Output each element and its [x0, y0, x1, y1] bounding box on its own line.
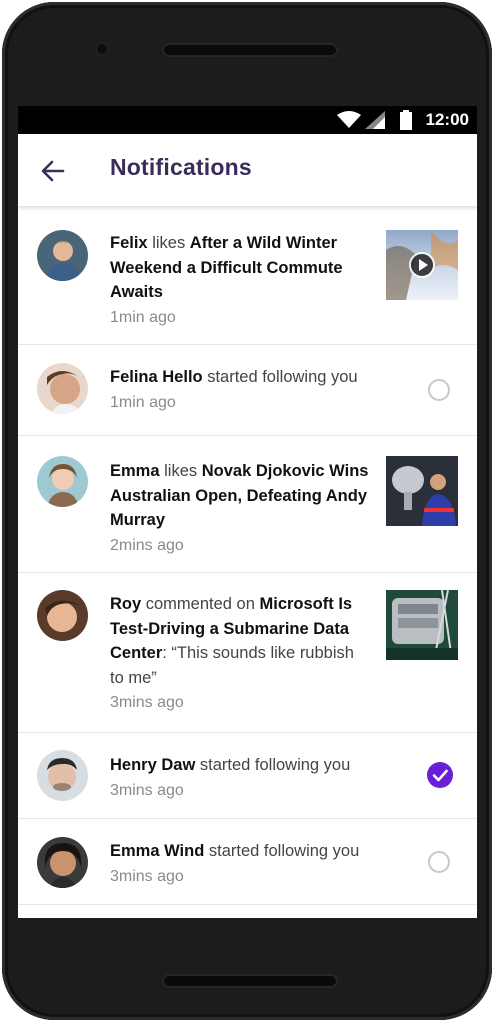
- notification-list: Felix likes After a Wild Winter Weekend …: [18, 206, 477, 905]
- trophy-thumbnail[interactable]: [386, 456, 458, 526]
- bottom-speaker: [162, 974, 338, 988]
- timestamp: 1min ago: [110, 393, 176, 411]
- user-name[interactable]: Felix: [110, 234, 148, 252]
- page-title: Notifications: [110, 154, 252, 180]
- list-item[interactable]: Henry Daw started following you 3mins ag…: [18, 733, 477, 819]
- list-item[interactable]: Felina Hello started following you 1min …: [18, 345, 477, 436]
- action-text: likes: [147, 234, 190, 252]
- notification-text: Felina Hello started following you 1min …: [110, 365, 400, 415]
- status-bar: 12:00: [18, 106, 477, 134]
- user-name[interactable]: Roy: [110, 595, 141, 613]
- action-text: commented on: [141, 595, 260, 613]
- action-text: likes: [159, 462, 202, 480]
- follow-back-radio[interactable]: [428, 379, 450, 401]
- user-name[interactable]: Emma Wind: [110, 842, 204, 860]
- wifi-icon: [337, 111, 361, 128]
- avatar: [37, 456, 88, 507]
- action-text: started following you: [204, 842, 360, 860]
- battery-icon: [400, 110, 412, 130]
- check-icon: [432, 769, 448, 782]
- earpiece-speaker: [162, 43, 338, 57]
- follow-back-check[interactable]: [427, 762, 453, 788]
- notification-text: Emma Wind started following you 3mins ag…: [110, 839, 400, 889]
- video-thumbnail[interactable]: [386, 230, 458, 300]
- list-item[interactable]: Roy commented on Microsoft Is Test-Drivi…: [18, 573, 477, 733]
- avatar: [37, 837, 88, 888]
- app-bar: Notifications: [18, 134, 477, 206]
- follow-back-radio[interactable]: [428, 851, 450, 873]
- list-item[interactable]: Emma Wind started following you 3mins ag…: [18, 819, 477, 905]
- front-camera: [95, 42, 109, 56]
- timestamp: 3mins ago: [110, 781, 184, 799]
- notification-text: Henry Daw started following you 3mins ag…: [110, 753, 400, 803]
- avatar: [37, 750, 88, 801]
- signal-icon: [365, 111, 385, 129]
- avatar: [37, 363, 88, 414]
- notification-text: Emma likes Novak Djokovic Wins Australia…: [110, 459, 370, 558]
- timestamp: 3mins ago: [110, 867, 184, 885]
- user-name[interactable]: Henry Daw: [110, 756, 195, 774]
- screen: 12:00 Notifications Felix likes After a …: [18, 106, 477, 918]
- datacenter-thumbnail[interactable]: [386, 590, 458, 660]
- list-item[interactable]: Emma likes Novak Djokovic Wins Australia…: [18, 436, 477, 573]
- status-time: 12:00: [425, 110, 469, 129]
- timestamp: 2mins ago: [110, 536, 184, 554]
- avatar: [37, 230, 88, 281]
- timestamp: 1min ago: [110, 308, 176, 326]
- back-arrow-icon[interactable]: [38, 156, 68, 186]
- list-item[interactable]: Felix likes After a Wild Winter Weekend …: [18, 206, 477, 345]
- action-text: started following you: [202, 368, 358, 386]
- avatar: [37, 590, 88, 641]
- action-text: started following you: [195, 756, 351, 774]
- user-name[interactable]: Emma: [110, 462, 160, 480]
- notification-text: Felix likes After a Wild Winter Weekend …: [110, 231, 350, 330]
- notification-text: Roy commented on Microsoft Is Test-Drivi…: [110, 592, 372, 716]
- timestamp: 3mins ago: [110, 694, 184, 711]
- user-name[interactable]: Felina Hello: [110, 368, 203, 386]
